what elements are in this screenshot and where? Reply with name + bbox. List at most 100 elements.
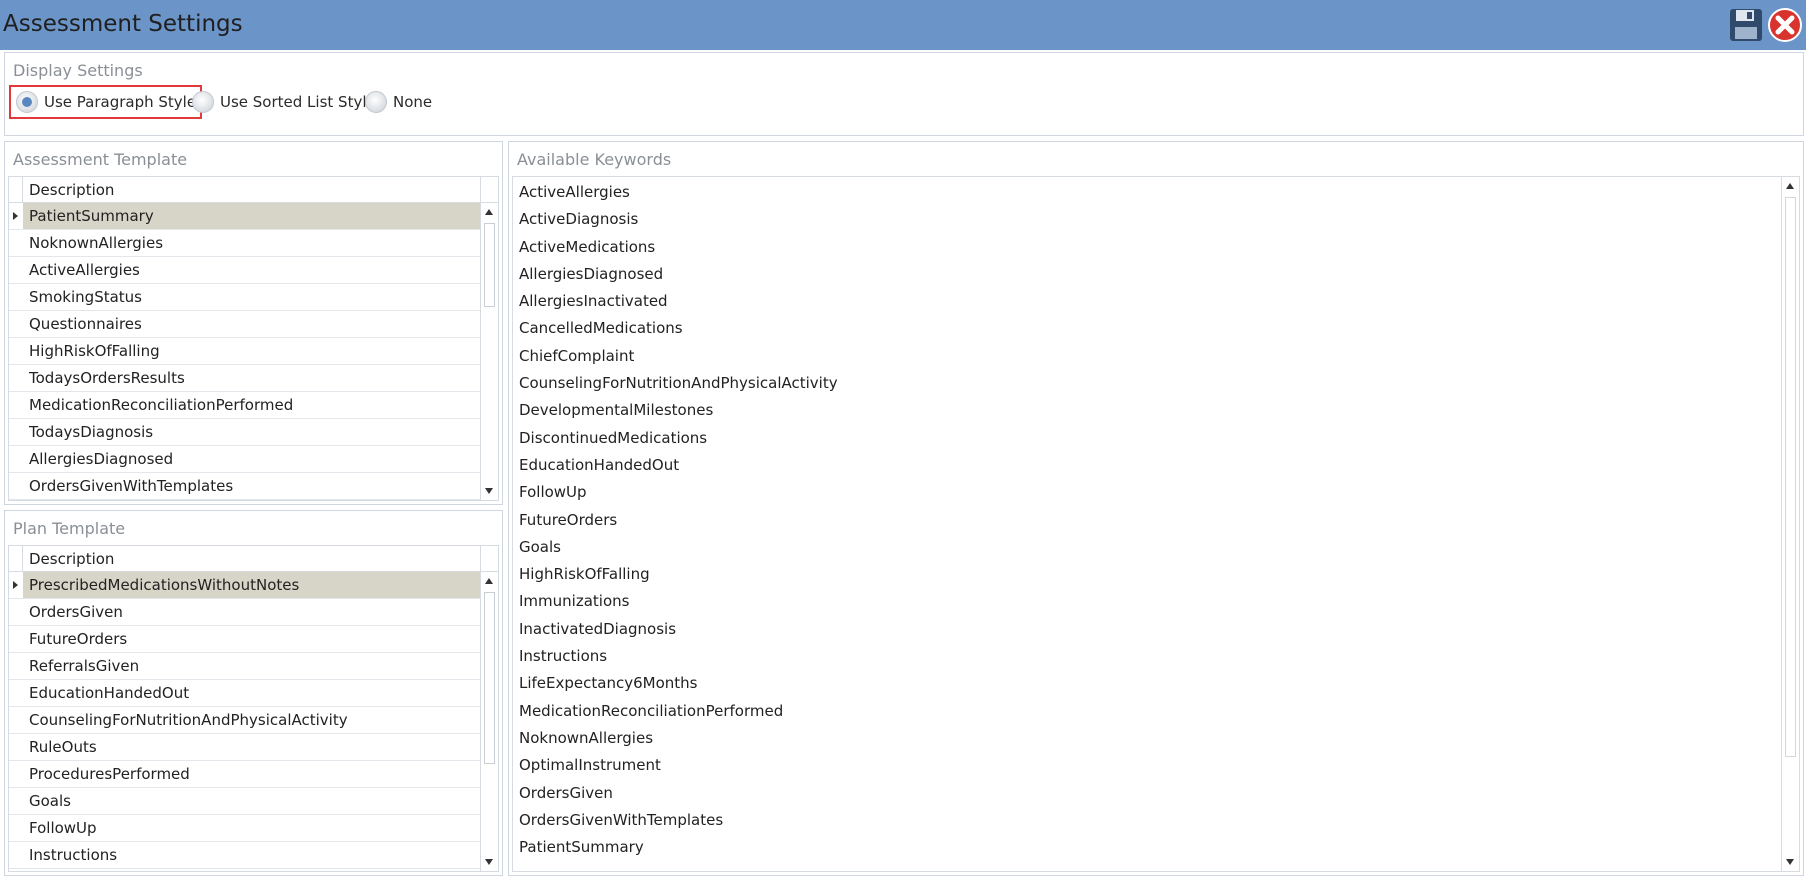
keyword-item[interactable]: InactivatedDiagnosis — [513, 616, 1781, 643]
keyword-item[interactable]: ActiveMedications — [513, 234, 1781, 261]
row-selector[interactable] — [9, 842, 23, 869]
scroll-up-icon[interactable] — [485, 209, 493, 215]
assessment-template-row[interactable]: NoknownAllergies — [9, 230, 480, 257]
assessment-template-description-cell[interactable]: TodaysOrdersResults — [23, 365, 480, 391]
scroll-up-icon[interactable] — [1786, 183, 1794, 189]
row-selector[interactable] — [9, 815, 23, 842]
row-selector[interactable] — [9, 230, 23, 257]
plan-template-description-cell[interactable]: CounselingForNutritionAndPhysicalActivit… — [23, 707, 480, 733]
row-selector[interactable] — [9, 257, 23, 284]
keyword-item[interactable]: CancelledMedications — [513, 315, 1781, 342]
keyword-item[interactable]: FollowUp — [513, 479, 1781, 506]
scroll-down-icon[interactable] — [485, 859, 493, 865]
plan-template-scrollbar[interactable] — [480, 572, 498, 871]
assessment-template-row[interactable]: TodaysDiagnosis — [9, 419, 480, 446]
keyword-item[interactable]: Goals — [513, 534, 1781, 561]
plan-template-row[interactable]: Instructions — [9, 842, 480, 869]
plan-template-description-cell[interactable]: Goals — [23, 788, 480, 814]
assessment-template-row[interactable]: SmokingStatus — [9, 284, 480, 311]
assessment-template-row[interactable]: MedicationReconciliationPerformed — [9, 392, 480, 419]
plan-template-row[interactable]: EducationHandedOut — [9, 680, 480, 707]
assessment-template-description-cell[interactable]: TodaysDiagnosis — [23, 419, 480, 445]
keyword-item[interactable]: DevelopmentalMilestones — [513, 397, 1781, 424]
plan-template-description-cell[interactable]: ProceduresPerformed — [23, 761, 480, 787]
keyword-item[interactable]: DiscontinuedMedications — [513, 425, 1781, 452]
assessment-template-description-cell[interactable]: AllergiesDiagnosed — [23, 446, 480, 472]
assessment-template-description-cell[interactable]: HighRiskOfFalling — [23, 338, 480, 364]
keyword-item[interactable]: HighRiskOfFalling — [513, 561, 1781, 588]
row-selector[interactable] — [9, 707, 23, 734]
assessment-template-row[interactable]: PatientSummary — [9, 203, 480, 230]
plan-template-description-cell[interactable]: FollowUp — [23, 815, 480, 841]
keyword-item[interactable]: Instructions — [513, 643, 1781, 670]
keyword-item[interactable]: AllergiesDiagnosed — [513, 261, 1781, 288]
assessment-template-scrollbar[interactable] — [480, 203, 498, 500]
keyword-item[interactable]: Immunizations — [513, 588, 1781, 615]
plan-template-row[interactable]: FutureOrders — [9, 626, 480, 653]
scroll-up-icon[interactable] — [485, 578, 493, 584]
keyword-item[interactable]: PatientSummary — [513, 834, 1781, 861]
keyword-item[interactable]: EducationHandedOut — [513, 452, 1781, 479]
keyword-item[interactable]: MedicationReconciliationPerformed — [513, 698, 1781, 725]
row-selector[interactable] — [9, 311, 23, 338]
column-header-description[interactable]: Description — [29, 550, 114, 568]
assessment-template-row[interactable]: HighRiskOfFalling — [9, 338, 480, 365]
scroll-down-icon[interactable] — [485, 488, 493, 494]
row-selector[interactable] — [9, 392, 23, 419]
plan-template-description-cell[interactable]: EducationHandedOut — [23, 680, 480, 706]
assessment-template-row[interactable]: TodaysOrdersResults — [9, 365, 480, 392]
radio-use-sorted-list-style[interactable]: Use Sorted List Style — [187, 85, 376, 119]
row-selector[interactable] — [9, 572, 23, 599]
plan-template-row[interactable]: PrescribedMedicationsWithoutNotes — [9, 572, 480, 599]
keyword-item[interactable]: OrdersGiven — [513, 780, 1781, 807]
assessment-template-row[interactable]: AllergiesDiagnosed — [9, 446, 480, 473]
plan-template-description-cell[interactable]: Instructions — [23, 842, 480, 868]
row-selector[interactable] — [9, 473, 23, 500]
plan-template-description-cell[interactable]: ReferralsGiven — [23, 653, 480, 679]
assessment-template-description-cell[interactable]: SmokingStatus — [23, 284, 480, 310]
plan-template-description-cell[interactable]: FutureOrders — [23, 626, 480, 652]
row-selector[interactable] — [9, 788, 23, 815]
scroll-thumb[interactable] — [484, 223, 495, 307]
row-selector[interactable] — [9, 365, 23, 392]
plan-template-description-cell[interactable]: OrdersGiven — [23, 599, 480, 625]
scroll-thumb[interactable] — [484, 592, 495, 764]
plan-template-row[interactable]: FollowUp — [9, 815, 480, 842]
keyword-item[interactable]: AllergiesInactivated — [513, 288, 1781, 315]
assessment-template-description-cell[interactable]: Questionnaires — [23, 311, 480, 337]
plan-template-row[interactable]: ReferralsGiven — [9, 653, 480, 680]
assessment-template-description-cell[interactable]: ActiveAllergies — [23, 257, 480, 283]
plan-template-row[interactable]: OrdersGiven — [9, 599, 480, 626]
scroll-thumb[interactable] — [1785, 197, 1796, 757]
assessment-template-row[interactable]: ActiveAllergies — [9, 257, 480, 284]
radio-use-paragraph-style[interactable]: Use Paragraph Style — [9, 85, 203, 119]
assessment-template-description-cell[interactable]: MedicationReconciliationPerformed — [23, 392, 480, 418]
assessment-template-row[interactable]: OrdersGivenWithTemplates — [9, 473, 480, 500]
row-selector[interactable] — [9, 680, 23, 707]
assessment-template-description-cell[interactable]: OrdersGivenWithTemplates — [23, 473, 480, 499]
row-selector[interactable] — [9, 599, 23, 626]
keyword-item[interactable]: ActiveDiagnosis — [513, 206, 1781, 233]
keyword-item[interactable]: FutureOrders — [513, 507, 1781, 534]
assessment-template-description-cell[interactable]: PatientSummary — [23, 203, 480, 229]
plan-template-row[interactable]: ProceduresPerformed — [9, 761, 480, 788]
plan-template-row[interactable]: CounselingForNutritionAndPhysicalActivit… — [9, 707, 480, 734]
plan-template-row[interactable]: RuleOuts — [9, 734, 480, 761]
row-selector[interactable] — [9, 284, 23, 311]
row-selector[interactable] — [9, 338, 23, 365]
row-selector[interactable] — [9, 446, 23, 473]
row-selector[interactable] — [9, 203, 23, 230]
keyword-item[interactable]: NoknownAllergies — [513, 725, 1781, 752]
save-button[interactable] — [1727, 6, 1765, 44]
row-selector[interactable] — [9, 653, 23, 680]
keyword-item[interactable]: ActiveAllergies — [513, 179, 1781, 206]
available-keywords-scrollbar[interactable] — [1781, 177, 1799, 871]
keyword-item[interactable]: OrdersGivenWithTemplates — [513, 807, 1781, 834]
scroll-down-icon[interactable] — [1786, 859, 1794, 865]
row-selector[interactable] — [9, 626, 23, 653]
assessment-template-row[interactable]: Questionnaires — [9, 311, 480, 338]
plan-template-description-cell[interactable]: PrescribedMedicationsWithoutNotes — [23, 572, 480, 598]
assessment-template-description-cell[interactable]: NoknownAllergies — [23, 230, 480, 256]
plan-template-description-cell[interactable]: RuleOuts — [23, 734, 480, 760]
plan-template-row[interactable]: Goals — [9, 788, 480, 815]
